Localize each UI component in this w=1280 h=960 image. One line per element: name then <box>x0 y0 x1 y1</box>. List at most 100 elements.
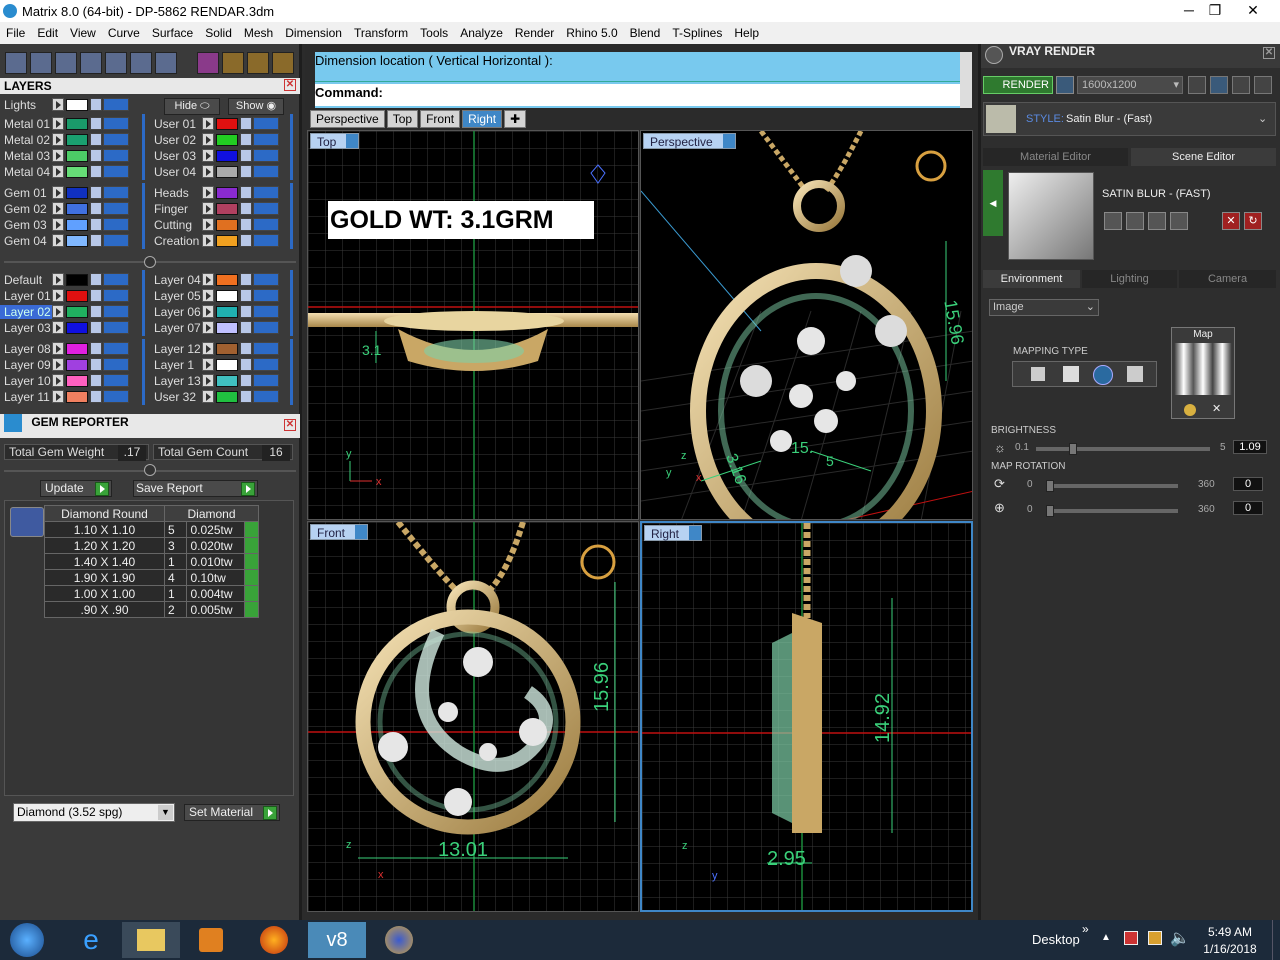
layer-name[interactable]: Heads <box>150 186 202 200</box>
lock-icon[interactable] <box>90 358 102 371</box>
menu-transform[interactable]: Transform <box>348 22 414 44</box>
layer-row[interactable]: Heads <box>150 185 283 200</box>
visibility-icon[interactable] <box>253 289 279 302</box>
expand-icon[interactable] <box>52 117 64 130</box>
lock-icon[interactable] <box>90 374 102 387</box>
lock-icon[interactable] <box>90 117 102 130</box>
layer-name[interactable]: Layer 13 <box>150 374 202 388</box>
layer-row[interactable]: Gem 04 <box>0 233 133 248</box>
layer-row[interactable]: User 01 <box>150 116 283 131</box>
color-swatch[interactable] <box>66 165 88 178</box>
window-icon[interactable] <box>30 52 52 74</box>
environment-map-icon[interactable] <box>1127 366 1143 382</box>
expand-icon[interactable] <box>202 374 214 387</box>
color-swatch[interactable] <box>66 149 88 162</box>
tab-top[interactable]: Top <box>386 110 419 128</box>
close-icon[interactable]: ✕ <box>284 79 296 91</box>
visibility-icon[interactable] <box>253 202 279 215</box>
layer-row[interactable]: Layer 13 <box>150 373 283 388</box>
brightness-value[interactable]: 1.09 <box>1233 440 1267 454</box>
expand-icon[interactable] <box>52 342 64 355</box>
layer-name[interactable]: Finger <box>150 202 202 216</box>
color-swatch[interactable] <box>216 358 238 371</box>
visibility-icon[interactable] <box>103 218 129 231</box>
visibility-icon[interactable] <box>103 321 129 334</box>
visibility-icon[interactable] <box>103 374 129 387</box>
sphere-map-icon[interactable] <box>1093 365 1113 385</box>
clock-time[interactable]: 5:49 AM <box>1200 925 1260 939</box>
layer-row[interactable]: Gem 01 <box>0 185 133 200</box>
taskbar-firefox[interactable] <box>245 922 303 958</box>
lock-icon[interactable] <box>90 149 102 162</box>
start-button[interactable] <box>2 922 52 958</box>
layer-name[interactable]: Metal 02 <box>0 133 52 147</box>
layer-row[interactable]: Layer 02 <box>0 304 133 319</box>
expand-icon[interactable] <box>52 321 64 334</box>
scale-icon[interactable] <box>272 52 294 74</box>
volume-icon[interactable]: 🔈 <box>1170 928 1190 948</box>
expand-icon[interactable] <box>202 273 214 286</box>
network-icon[interactable] <box>1148 931 1162 945</box>
render-settings-icon[interactable] <box>1056 76 1074 94</box>
layer-row[interactable]: Layer 1 <box>150 357 283 372</box>
cube-icon[interactable] <box>55 52 77 74</box>
menu-solid[interactable]: Solid <box>199 22 238 44</box>
menu-tools[interactable]: Tools <box>414 22 454 44</box>
layer-row[interactable]: Gem 03 <box>0 217 133 232</box>
lock-icon[interactable] <box>240 165 252 178</box>
lock-icon[interactable] <box>90 342 102 355</box>
tab-right[interactable]: Right <box>462 110 503 128</box>
expand-icon[interactable] <box>52 305 64 318</box>
expand-icon[interactable] <box>202 234 214 247</box>
expand-icon[interactable] <box>52 289 64 302</box>
viewport-label-top[interactable]: Top <box>310 133 360 149</box>
show-hidden-icons[interactable]: ▲ <box>1101 932 1111 943</box>
visibility-icon[interactable] <box>253 358 279 371</box>
expand-icon[interactable] <box>52 98 64 111</box>
layer-row[interactable]: Default <box>0 272 133 287</box>
expand-icon[interactable] <box>202 202 214 215</box>
menu-file[interactable]: File <box>0 22 31 44</box>
table-row[interactable]: .90 X .90 2 0.005tw <box>44 601 260 618</box>
map-edit-icon[interactable] <box>1184 404 1196 416</box>
layer-name[interactable]: User 01 <box>150 117 202 131</box>
layer-row[interactable]: Layer 06 <box>150 304 283 319</box>
layer-name[interactable]: User 32 <box>150 390 202 404</box>
show-desktop-button[interactable] <box>1272 920 1280 960</box>
color-swatch[interactable] <box>216 374 238 387</box>
layer-row[interactable]: Layer 03 <box>0 320 133 335</box>
grid-icon[interactable] <box>1254 76 1272 94</box>
menu-dimension[interactable]: Dimension <box>279 22 348 44</box>
taskbar-matrix[interactable]: v8 <box>308 922 366 958</box>
layer-row[interactable]: User 03 <box>150 148 283 163</box>
layer-row[interactable]: User 02 <box>150 132 283 147</box>
copy-icon[interactable] <box>1126 212 1144 230</box>
map-slot[interactable]: Map ✕ <box>1171 327 1235 419</box>
viewport-front[interactable]: 15.96 13.01 z x Front <box>307 521 639 912</box>
visibility-icon[interactable] <box>253 218 279 231</box>
clock-date[interactable]: 1/16/2018 <box>1200 942 1260 956</box>
layer-name[interactable]: Cutting <box>150 218 202 232</box>
expand-icon[interactable] <box>202 342 214 355</box>
lock-icon[interactable] <box>240 289 252 302</box>
layer-name[interactable]: Layer 1 <box>150 358 202 372</box>
layer-row[interactable]: Metal 04 <box>0 164 133 179</box>
rotation2-slider[interactable] <box>1046 505 1178 517</box>
viewport-label-front[interactable]: Front <box>310 524 369 540</box>
tab-scene-editor[interactable]: Scene Editor <box>1131 148 1276 166</box>
command-scrollbar[interactable] <box>960 52 972 108</box>
color-swatch[interactable] <box>216 390 238 403</box>
delete-icon[interactable]: ✕ <box>1222 212 1240 230</box>
expand-icon[interactable] <box>52 202 64 215</box>
lock-icon[interactable] <box>240 342 252 355</box>
menu-mesh[interactable]: Mesh <box>238 22 279 44</box>
layer-name[interactable]: Layer 04 <box>150 273 202 287</box>
taskbar-explorer[interactable] <box>122 922 180 958</box>
tab-camera[interactable]: Camera <box>1179 270 1276 288</box>
expand-icon[interactable]: ◀ <box>983 170 1003 236</box>
layer-row[interactable]: Metal 02 <box>0 132 133 147</box>
lock-icon[interactable] <box>90 273 102 286</box>
expand-icon[interactable] <box>52 165 64 178</box>
select-gem-icon[interactable] <box>243 521 260 538</box>
brightness-slider-thumb[interactable] <box>1069 443 1077 455</box>
